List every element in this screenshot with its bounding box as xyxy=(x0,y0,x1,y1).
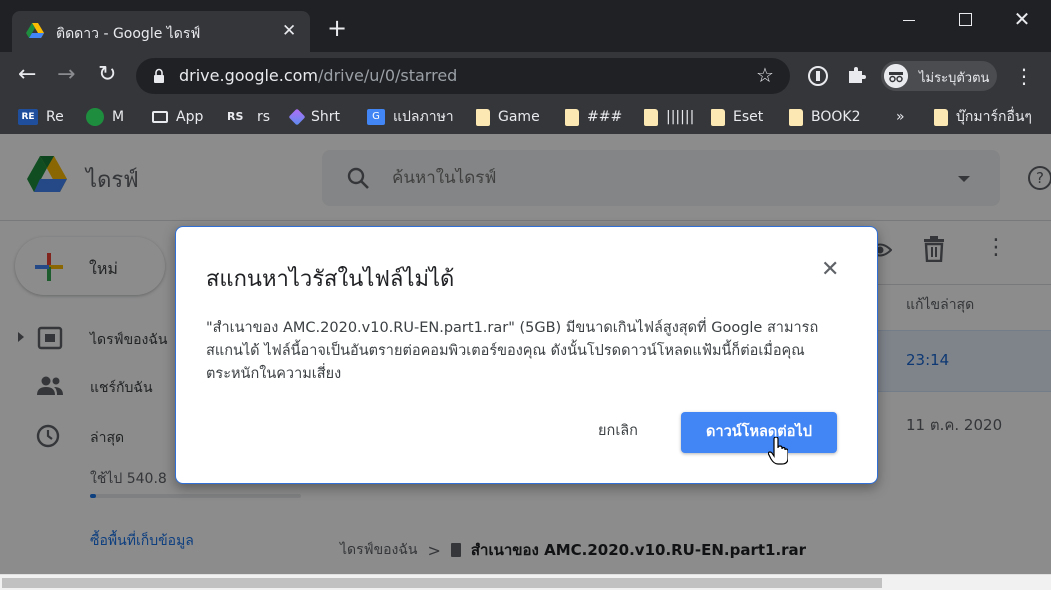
bookmarks-overflow-button[interactable]: » xyxy=(896,106,905,128)
bookmark-label: แปลภาษา xyxy=(393,109,454,125)
folder-icon xyxy=(789,108,803,126)
bookmark-label: rs xyxy=(257,109,271,125)
folder-icon xyxy=(476,108,490,126)
tab-title: ติดดาว - Google ไดรฟ์ xyxy=(56,26,201,42)
tab-strip: ติดดาว - Google ไดรฟ์ ✕ + ✕ xyxy=(0,0,1051,52)
bookmark-label: App xyxy=(176,109,204,125)
bookmark-folder-eset[interactable]: Eset xyxy=(711,106,763,128)
horizontal-scrollbar[interactable] xyxy=(0,574,1051,590)
window-minimize-button[interactable] xyxy=(886,6,932,34)
bookmark-folder-bars[interactable]: |||||| xyxy=(644,106,694,128)
bookmark-re[interactable]: RE Re xyxy=(18,106,64,128)
bookmark-label: » xyxy=(896,109,905,125)
re-logo-icon: RE xyxy=(18,109,38,125)
browser-toolbar: ← → ↻ drive.google.com/drive/u/0/starred… xyxy=(0,52,1051,100)
bookmark-star-icon[interactable]: ☆ xyxy=(756,63,774,87)
window-maximize-button[interactable] xyxy=(941,6,987,34)
bookmark-label: BOOK2 xyxy=(811,109,861,125)
address-bar[interactable]: drive.google.com/drive/u/0/starred ☆ xyxy=(136,58,790,94)
reload-icon[interactable]: ↻ xyxy=(98,64,116,86)
bookmark-m[interactable]: M xyxy=(86,106,124,128)
browser-menu-icon[interactable]: ⋮ xyxy=(1014,62,1034,90)
forward-arrow-icon[interactable]: → xyxy=(57,64,75,86)
window-close-button[interactable]: ✕ xyxy=(999,6,1045,34)
shrt-icon xyxy=(288,108,306,126)
url-host: drive.google.com xyxy=(179,66,319,85)
profile-label: ไม่ระบุตัวตน xyxy=(919,71,990,86)
bookmark-translate[interactable]: G แปลภาษา xyxy=(367,106,454,128)
bookmark-label: บุ๊กมาร์กอื่นๆ xyxy=(956,109,1032,125)
m-logo-icon xyxy=(86,108,104,126)
bookmark-label: Game xyxy=(498,109,540,125)
drive-favicon-icon xyxy=(26,23,44,38)
folder-icon xyxy=(934,108,948,126)
bookmark-label: M xyxy=(112,109,125,125)
download-anyway-button[interactable]: ดาวน์โหลดต่อไป xyxy=(681,412,837,453)
bookmark-folder-game[interactable]: Game xyxy=(476,106,540,128)
dialog-message: "สำเนาของ AMC.2020.v10.RU-EN.part1.rar" … xyxy=(206,320,819,382)
bookmarks-bar: RE Re M App RS rs Shrt G แปลภาษา Game ##… xyxy=(0,100,1051,134)
password-manager-extension-icon[interactable] xyxy=(808,66,828,86)
tab-drive[interactable]: ติดดาว - Google ไดรฟ์ ✕ xyxy=(12,11,310,52)
cancel-button[interactable]: ยกเลิก xyxy=(585,413,651,449)
bookmark-app[interactable]: App xyxy=(152,106,203,128)
new-tab-button[interactable]: + xyxy=(327,16,347,40)
tab-close-icon[interactable]: ✕ xyxy=(282,21,296,41)
bookmark-folder-hash[interactable]: ### xyxy=(565,106,622,128)
translate-icon: G xyxy=(367,109,385,125)
incognito-icon xyxy=(884,64,908,88)
bookmark-folder-book2[interactable]: BOOK2 xyxy=(789,106,861,128)
back-arrow-icon[interactable]: ← xyxy=(18,64,36,86)
close-icon[interactable]: ✕ xyxy=(821,259,839,281)
bookmark-label: Eset xyxy=(733,109,764,125)
incognito-profile-button[interactable]: ไม่ระบุตัวตน xyxy=(881,61,997,91)
folder-icon xyxy=(711,108,725,126)
lock-icon xyxy=(154,68,164,83)
bookmark-rs[interactable]: RS rs xyxy=(227,106,270,128)
folder-icon xyxy=(565,108,579,126)
dialog-title: สแกนหาไวรัสในไฟล์ไม่ได้ xyxy=(206,267,455,292)
bookmark-shrt[interactable]: Shrt xyxy=(288,106,341,128)
other-bookmarks-folder[interactable]: บุ๊กมาร์กอื่นๆ xyxy=(934,106,1032,128)
bookmark-label: ### xyxy=(587,109,623,125)
app-icon xyxy=(152,111,168,123)
folder-icon xyxy=(644,108,658,126)
hand-pointer-cursor-icon xyxy=(768,437,788,465)
bookmark-label: Shrt xyxy=(311,109,341,125)
rs-logo-icon: RS xyxy=(227,110,244,123)
url-text: drive.google.com/drive/u/0/starred xyxy=(179,66,457,85)
scrollbar-thumb[interactable] xyxy=(2,578,882,588)
extensions-puzzle-icon[interactable] xyxy=(846,64,868,86)
url-path: /drive/u/0/starred xyxy=(318,66,458,85)
bookmark-label: Re xyxy=(46,109,64,125)
bookmark-label: |||||| xyxy=(666,109,695,125)
